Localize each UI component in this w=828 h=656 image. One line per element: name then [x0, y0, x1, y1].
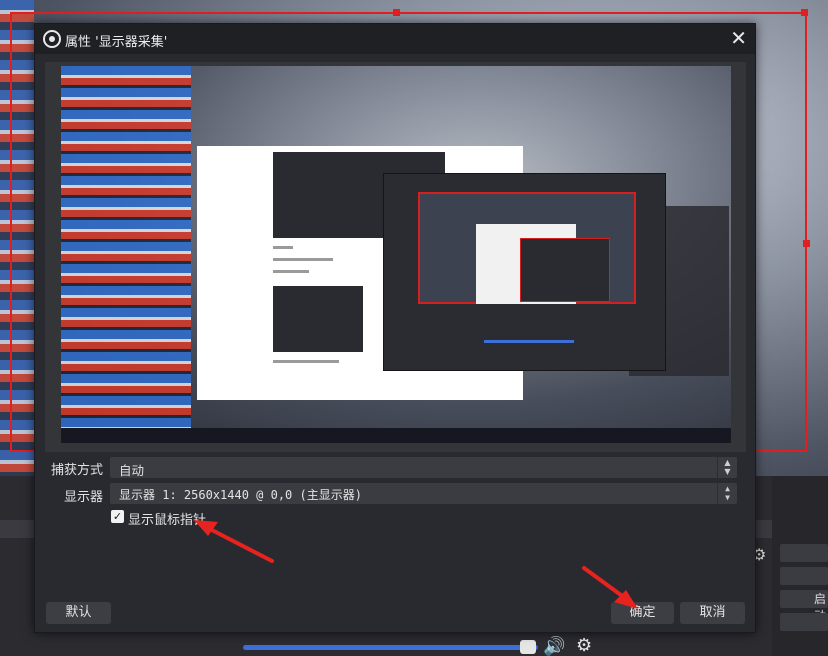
display-label: 显示器: [63, 490, 103, 505]
speaker-icon[interactable]: 🔊: [543, 636, 565, 656]
select-arrows-icon: ▲ ▼: [717, 483, 737, 504]
resize-handle-right[interactable]: [803, 240, 810, 247]
gear-icon[interactable]: ⚙: [576, 635, 592, 656]
captured-screenshot: [273, 286, 363, 352]
dialog-titlebar[interactable]: 属性 '显示器采集' ✕: [35, 24, 755, 54]
default-button[interactable]: 默认: [46, 602, 111, 624]
close-icon[interactable]: ✕: [730, 28, 747, 48]
dialog-title: 属性 '显示器采集': [65, 35, 168, 50]
start-button[interactable]: 启动: [780, 590, 828, 623]
cancel-button[interactable]: 取消: [680, 602, 745, 624]
screen: 启动 ⚙ 🔊 ⚙ 属性 '显示器采集' ✕: [0, 0, 828, 656]
ok-button[interactable]: 确定: [611, 602, 674, 624]
captured-desktop-image: [61, 66, 731, 443]
capture-method-label: 捕获方式: [50, 463, 103, 478]
volume-slider-handle[interactable]: [520, 640, 536, 654]
captured-text-line: [273, 258, 333, 261]
volume-slider[interactable]: [243, 645, 538, 650]
show-cursor-label[interactable]: 显示鼠标指针: [128, 509, 206, 528]
capture-method-value: 自动: [119, 463, 145, 478]
captured-volume-bar: [484, 340, 574, 343]
captured-text-line: [273, 246, 293, 249]
control-button[interactable]: [780, 544, 828, 562]
show-cursor-checkbox[interactable]: ✓: [111, 510, 124, 523]
source-preview: [45, 62, 746, 452]
select-arrows-icon: ▲ ▼: [717, 457, 737, 478]
display-value: 显示器 1: 2560x1440 @ 0,0 (主显示器): [119, 488, 362, 502]
captured-obs-window: [383, 173, 666, 371]
resize-handle-top[interactable]: [393, 9, 400, 16]
capture-method-select[interactable]: 自动 ▲ ▼: [110, 457, 737, 478]
display-select[interactable]: 显示器 1: 2560x1440 @ 0,0 (主显示器) ▲ ▼: [110, 483, 737, 504]
control-button[interactable]: [780, 567, 828, 585]
obs-logo-icon: [43, 30, 61, 48]
properties-dialog: 属性 '显示器采集' ✕ 捕获方式 自动 ▲ ▼ 显示器 显示器 1: 2560…: [34, 23, 756, 633]
resize-handle-top-right[interactable]: [801, 9, 808, 16]
captured-nested-obs: [520, 238, 610, 302]
captured-desktop-icons: [61, 66, 191, 428]
captured-obs-preview: [418, 192, 636, 304]
control-button[interactable]: [780, 613, 828, 631]
captured-text-line: [273, 360, 339, 363]
captured-taskbar: [61, 428, 731, 443]
captured-text-line: [273, 270, 309, 273]
